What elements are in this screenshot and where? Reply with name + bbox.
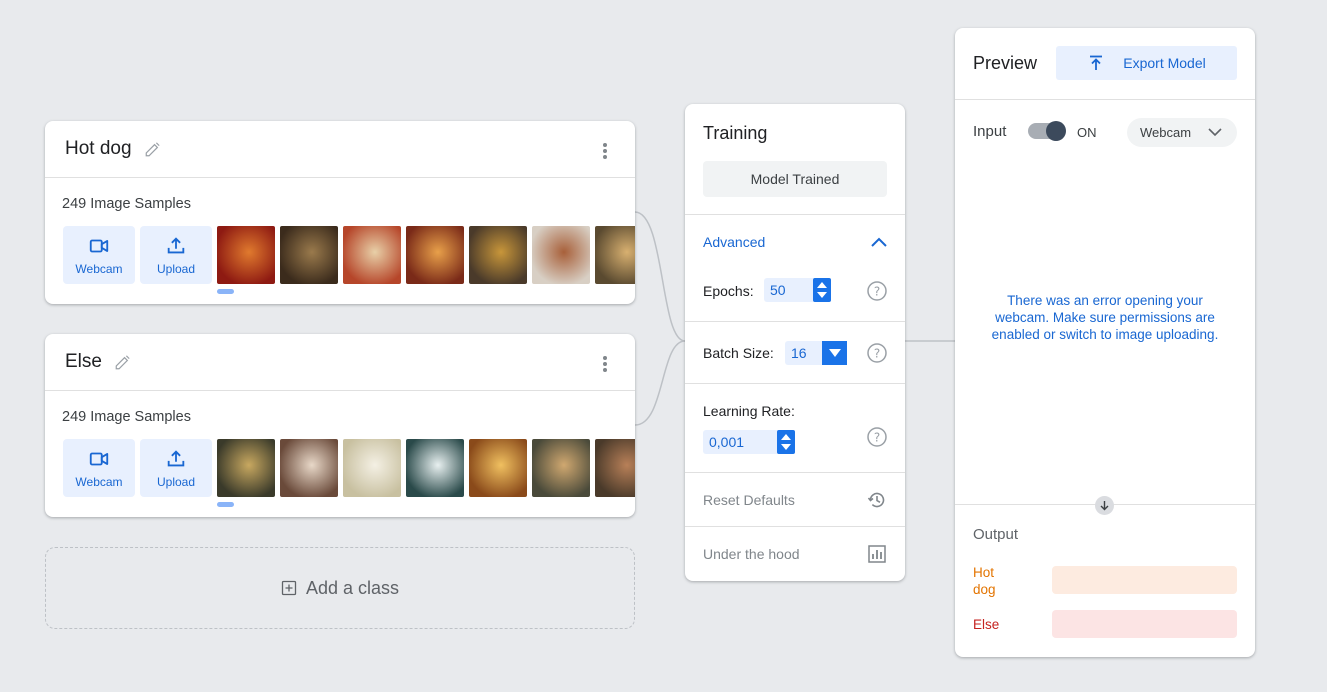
- svg-text:?: ?: [874, 431, 880, 445]
- sample-thumbnail[interactable]: [343, 226, 401, 284]
- output-confidence-bar: [1052, 566, 1237, 594]
- sample-thumbnail[interactable]: [595, 226, 635, 284]
- input-source-select[interactable]: Webcam: [1127, 118, 1237, 147]
- webcam-label: Webcam: [75, 261, 123, 276]
- sample-thumbnail[interactable]: [532, 226, 590, 284]
- output-class-name: Hot dog: [973, 565, 996, 597]
- preview-panel: Preview Export Model Input ON Webcam The…: [955, 28, 1255, 657]
- sample-thumbnail[interactable]: [532, 439, 590, 497]
- upload-button[interactable]: Upload: [140, 226, 212, 284]
- upload-button[interactable]: Upload: [140, 439, 212, 497]
- video-camera-icon: [89, 452, 109, 465]
- thumbnail-strip: [217, 439, 635, 499]
- svg-text:?: ?: [874, 285, 880, 299]
- sample-row: Webcam Upload: [63, 439, 635, 499]
- under-the-hood-button[interactable]: Under the hood: [703, 546, 800, 562]
- learning-rate-input[interactable]: 0,001: [703, 430, 795, 454]
- epochs-input[interactable]: 50: [764, 278, 831, 302]
- arrow-down-icon[interactable]: [1095, 496, 1114, 515]
- webcam-label: Webcam: [75, 474, 123, 489]
- add-box-icon: [281, 580, 297, 596]
- sample-thumbnail[interactable]: [469, 226, 527, 284]
- sample-thumbnail[interactable]: [280, 226, 338, 284]
- divider: [685, 526, 905, 527]
- epochs-spinner[interactable]: [813, 278, 831, 302]
- epochs-value: 50: [770, 282, 786, 298]
- export-model-button[interactable]: Export Model: [1056, 46, 1237, 80]
- input-toggle[interactable]: [1028, 121, 1066, 141]
- webcam-button[interactable]: Webcam: [63, 439, 135, 497]
- help-icon[interactable]: ?: [867, 427, 887, 447]
- class-name[interactable]: Hot dog: [65, 138, 132, 160]
- reset-defaults-button[interactable]: Reset Defaults: [703, 492, 795, 508]
- divider: [685, 321, 905, 322]
- samples-count: 249 Image Samples: [62, 409, 191, 425]
- add-class-label: Add a class: [305, 577, 400, 598]
- scroll-indicator[interactable]: [217, 502, 234, 507]
- upload-label: Upload: [156, 261, 196, 276]
- output-label: Output: [973, 526, 1019, 543]
- add-class-button[interactable]: Add a class: [45, 547, 635, 629]
- sample-thumbnail[interactable]: [217, 226, 275, 284]
- class-card-else: Else 249 Image Samples Webcam Upload: [45, 334, 635, 517]
- dropdown-arrow-icon[interactable]: [822, 341, 847, 365]
- batch-size-label: Batch Size:: [703, 345, 774, 361]
- upload-icon: [167, 236, 185, 253]
- output-class-name: Else: [973, 617, 1000, 632]
- edit-pencil-icon[interactable]: [144, 140, 162, 158]
- thumbnail-strip: [217, 226, 635, 286]
- training-title: Training: [703, 123, 768, 143]
- svg-text:?: ?: [874, 347, 880, 361]
- train-model-button[interactable]: Model Trained: [703, 161, 887, 197]
- class-name[interactable]: Else: [65, 351, 102, 373]
- sample-thumbnail[interactable]: [343, 439, 401, 497]
- divider: [955, 99, 1255, 100]
- sample-thumbnail[interactable]: [406, 439, 464, 497]
- sample-thumbnail[interactable]: [469, 439, 527, 497]
- learning-rate-label: Learning Rate:: [703, 403, 795, 419]
- sample-thumbnail[interactable]: [595, 439, 635, 497]
- class-header: Else: [45, 334, 635, 391]
- training-panel: Training Model Trained Advanced Epochs: …: [685, 104, 905, 581]
- webcam-button[interactable]: Webcam: [63, 226, 135, 284]
- history-icon[interactable]: [867, 490, 887, 510]
- bar-chart-icon[interactable]: [867, 544, 887, 564]
- divider: [685, 472, 905, 473]
- upload-icon: [167, 449, 185, 466]
- divider: [685, 214, 905, 215]
- learning-rate-spinner[interactable]: [777, 430, 795, 454]
- help-icon[interactable]: ?: [867, 343, 887, 363]
- epochs-label: Epochs:: [703, 283, 754, 299]
- input-label: Input: [973, 123, 1007, 140]
- output-confidence-bar: [1052, 610, 1237, 638]
- batch-size-select[interactable]: 16: [785, 341, 847, 365]
- class-card-hot-dog: Hot dog 249 Image Samples Webcam Upload: [45, 121, 635, 304]
- class-header: Hot dog: [45, 121, 635, 178]
- webcam-error-message: There was an error opening your webcam. …: [991, 293, 1219, 342]
- scroll-indicator[interactable]: [217, 289, 234, 294]
- export-upload-icon: [1090, 55, 1103, 70]
- edit-pencil-icon[interactable]: [114, 353, 132, 371]
- video-camera-icon: [89, 239, 109, 252]
- advanced-toggle[interactable]: Advanced: [703, 234, 765, 250]
- learning-rate-value: 0,001: [709, 434, 745, 450]
- export-model-label: Export Model: [1123, 55, 1206, 71]
- chevron-up-icon[interactable]: [870, 235, 888, 249]
- sample-thumbnail[interactable]: [280, 439, 338, 497]
- help-icon[interactable]: ?: [867, 281, 887, 301]
- chevron-down-icon: [1208, 128, 1222, 137]
- preview-title: Preview: [973, 53, 1038, 73]
- sample-thumbnail[interactable]: [406, 226, 464, 284]
- batch-size-value: 16: [791, 345, 807, 361]
- divider: [685, 383, 905, 384]
- samples-count: 249 Image Samples: [62, 196, 191, 212]
- sample-thumbnail[interactable]: [217, 439, 275, 497]
- toggle-state-label: ON: [1077, 125, 1097, 140]
- input-source-value: Webcam: [1140, 125, 1192, 140]
- upload-label: Upload: [156, 474, 196, 489]
- sample-row: Webcam Upload: [63, 226, 635, 286]
- more-options-icon[interactable]: [599, 354, 611, 374]
- more-options-icon[interactable]: [599, 141, 611, 161]
